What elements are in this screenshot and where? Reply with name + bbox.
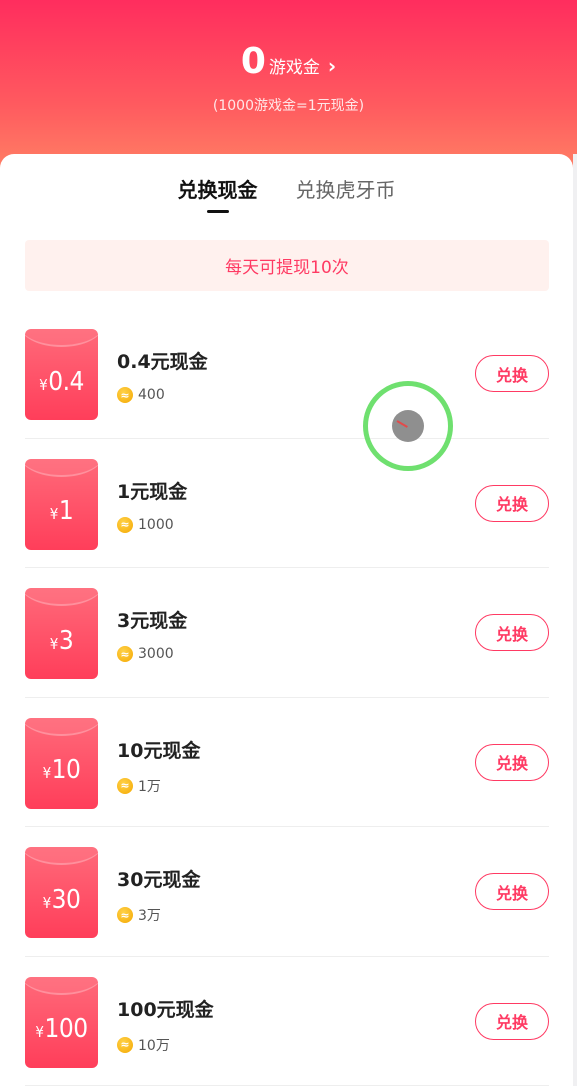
item-cost: ≈ 1000 bbox=[117, 516, 174, 533]
ticket-amount: 100 bbox=[44, 1014, 88, 1044]
cost-value: 1万 bbox=[138, 778, 161, 795]
cost-value: 1000 bbox=[138, 516, 174, 533]
exchange-button[interactable]: 兑换 bbox=[475, 873, 549, 910]
tab-bar: 兑换现金 兑换虎牙币 bbox=[0, 174, 573, 214]
tab-label: 兑换虎牙币 bbox=[295, 178, 396, 202]
cash-ticket-icon: ¥30 bbox=[25, 847, 98, 938]
exchange-rate-note: (1000游戏金=1元现金) bbox=[212, 98, 365, 114]
item-cost: ≈ 10万 bbox=[117, 1035, 170, 1055]
tab-exchange-huya-coin[interactable]: 兑换虎牙币 bbox=[296, 174, 396, 214]
ticket-amount: 30 bbox=[51, 884, 81, 915]
list-item: ¥1 1元现金 ≈ 1000 兑换 bbox=[25, 439, 549, 568]
exchange-button[interactable]: 兑换 bbox=[475, 614, 549, 651]
yen-symbol: ¥ bbox=[35, 1023, 44, 1041]
tab-exchange-cash[interactable]: 兑换现金 bbox=[178, 174, 258, 214]
game-coin-icon: ≈ bbox=[117, 646, 133, 662]
balance-unit: 游戏金 bbox=[268, 58, 320, 78]
yen-symbol: ¥ bbox=[39, 375, 48, 394]
active-tab-indicator bbox=[206, 210, 229, 213]
game-coin-icon: ≈ bbox=[117, 387, 133, 403]
cash-ticket-icon: ¥100 bbox=[25, 976, 98, 1068]
exchange-button[interactable]: 兑换 bbox=[475, 1002, 549, 1040]
ticket-amount: 3 bbox=[58, 625, 74, 656]
exchange-button[interactable]: 兑换 bbox=[475, 355, 549, 392]
item-cost: ≈ 3000 bbox=[117, 646, 174, 662]
exchange-button[interactable]: 兑换 bbox=[475, 743, 549, 781]
cost-value: 3000 bbox=[138, 646, 174, 662]
balance-link[interactable]: 0 游戏金 › bbox=[0, 42, 577, 82]
item-title: 10元现金 bbox=[117, 739, 201, 762]
daily-limit-notice: 每天可提现10次 bbox=[25, 240, 549, 291]
item-cost: ≈ 3万 bbox=[117, 905, 161, 925]
game-coin-icon: ≈ bbox=[117, 516, 133, 533]
list-item: ¥30 30元现金 ≈ 3万 兑换 bbox=[25, 827, 549, 957]
tab-label: 兑换现金 bbox=[177, 178, 258, 202]
item-cost: ≈ 400 bbox=[117, 387, 165, 403]
game-coin-icon: ≈ bbox=[117, 777, 133, 794]
yen-symbol: ¥ bbox=[42, 893, 52, 912]
exchange-panel: 兑换现金 兑换虎牙币 每天可提现10次 ¥0.4 0.4元现金 ≈ 400 兑换… bbox=[0, 154, 573, 1086]
cost-value: 3万 bbox=[138, 908, 161, 924]
game-coin-icon: ≈ bbox=[117, 1036, 133, 1053]
yen-symbol: ¥ bbox=[42, 764, 52, 782]
ticket-amount: 1 bbox=[58, 496, 74, 526]
cash-ticket-icon: ¥0.4 bbox=[25, 329, 98, 420]
cash-ticket-icon: ¥3 bbox=[25, 588, 98, 679]
item-title: 1元现金 bbox=[117, 480, 188, 503]
list-item: ¥0.4 0.4元现金 ≈ 400 兑换 bbox=[25, 309, 549, 439]
item-cost: ≈ 1万 bbox=[117, 776, 161, 796]
exchange-button[interactable]: 兑换 bbox=[475, 484, 549, 522]
cost-value: 10万 bbox=[138, 1037, 170, 1054]
item-title: 3元现金 bbox=[117, 610, 188, 632]
cost-value: 400 bbox=[138, 387, 165, 403]
list-item: ¥100 100元现金 ≈ 10万 兑换 bbox=[25, 957, 549, 1086]
item-title: 30元现金 bbox=[117, 869, 201, 891]
scrollbar[interactable] bbox=[573, 154, 577, 1086]
balance-value: 0 bbox=[240, 41, 266, 82]
game-coin-icon: ≈ bbox=[117, 907, 133, 923]
cash-ticket-icon: ¥1 bbox=[25, 458, 98, 550]
exchange-list: ¥0.4 0.4元现金 ≈ 400 兑换 ¥1 1元现金 ≈ 1000 兑换 ¥… bbox=[25, 309, 549, 1086]
item-title: 0.4元现金 bbox=[117, 351, 208, 373]
cash-ticket-icon: ¥10 bbox=[25, 717, 98, 809]
list-item: ¥10 10元现金 ≈ 1万 兑换 bbox=[25, 698, 549, 827]
ticket-amount: 0.4 bbox=[48, 366, 84, 397]
list-item: ¥3 3元现金 ≈ 3000 兑换 bbox=[25, 568, 549, 698]
item-title: 100元现金 bbox=[117, 998, 214, 1021]
chevron-right-icon: › bbox=[327, 54, 337, 78]
ticket-amount: 10 bbox=[51, 755, 81, 785]
yen-symbol: ¥ bbox=[49, 634, 59, 653]
yen-symbol: ¥ bbox=[49, 505, 59, 523]
